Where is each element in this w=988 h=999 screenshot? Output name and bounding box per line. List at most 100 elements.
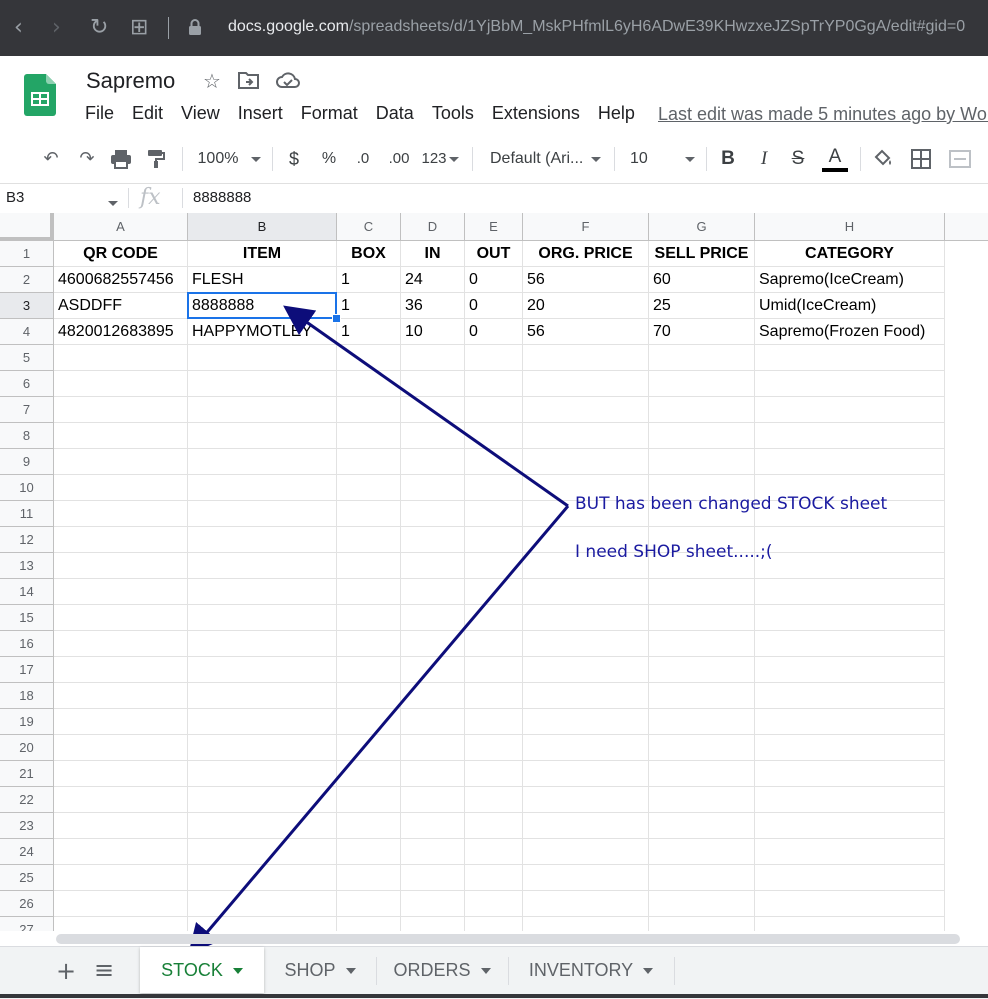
data-cell[interactable]: 25 bbox=[649, 293, 755, 319]
empty-cell[interactable] bbox=[401, 345, 465, 371]
row-header[interactable]: 2 bbox=[0, 267, 54, 293]
empty-cell[interactable] bbox=[523, 735, 649, 761]
empty-cell[interactable] bbox=[188, 761, 337, 787]
data-cell[interactable]: 1 bbox=[337, 319, 401, 345]
back-icon[interactable]: ‹ bbox=[14, 15, 23, 41]
chevron-down-icon[interactable] bbox=[590, 146, 602, 172]
header-cell[interactable]: IN bbox=[401, 241, 465, 267]
empty-cell[interactable] bbox=[401, 397, 465, 423]
empty-cell[interactable] bbox=[54, 397, 188, 423]
empty-cell[interactable] bbox=[401, 501, 465, 527]
cloud-saved-icon[interactable] bbox=[276, 71, 300, 89]
empty-cell[interactable] bbox=[523, 579, 649, 605]
empty-cell[interactable] bbox=[401, 657, 465, 683]
empty-cell[interactable] bbox=[54, 475, 188, 501]
chevron-down-icon[interactable] bbox=[232, 968, 243, 975]
empty-cell[interactable] bbox=[465, 787, 523, 813]
data-cell[interactable]: 36 bbox=[401, 293, 465, 319]
decrease-decimal-button[interactable]: .0 bbox=[352, 146, 374, 172]
print-icon[interactable] bbox=[110, 149, 132, 169]
empty-cell[interactable] bbox=[523, 891, 649, 917]
data-cell[interactable]: 56 bbox=[523, 267, 649, 293]
data-cell[interactable]: 24 bbox=[401, 267, 465, 293]
tab-inventory[interactable]: INVENTORY bbox=[508, 947, 674, 993]
empty-cell[interactable] bbox=[54, 865, 188, 891]
empty-cell[interactable] bbox=[755, 527, 945, 553]
empty-cell[interactable] bbox=[649, 371, 755, 397]
empty-cell[interactable] bbox=[337, 605, 401, 631]
empty-cell[interactable] bbox=[755, 891, 945, 917]
empty-cell[interactable] bbox=[337, 579, 401, 605]
empty-cell[interactable] bbox=[649, 709, 755, 735]
data-cell[interactable]: 60 bbox=[649, 267, 755, 293]
data-cell[interactable]: 0 bbox=[465, 267, 523, 293]
empty-cell[interactable] bbox=[755, 449, 945, 475]
empty-cell[interactable] bbox=[54, 813, 188, 839]
empty-cell[interactable] bbox=[401, 423, 465, 449]
empty-cell[interactable] bbox=[337, 423, 401, 449]
undo-icon[interactable]: ↶ bbox=[38, 146, 64, 172]
empty-cell[interactable] bbox=[54, 423, 188, 449]
empty-cell[interactable] bbox=[188, 605, 337, 631]
empty-cell[interactable] bbox=[337, 891, 401, 917]
chevron-down-icon[interactable] bbox=[250, 146, 262, 172]
empty-cell[interactable] bbox=[649, 657, 755, 683]
data-cell[interactable]: 0 bbox=[465, 319, 523, 345]
empty-cell[interactable] bbox=[337, 917, 401, 931]
empty-cell[interactable] bbox=[649, 735, 755, 761]
empty-cell[interactable] bbox=[465, 501, 523, 527]
empty-cell[interactable] bbox=[523, 423, 649, 449]
empty-cell[interactable] bbox=[523, 605, 649, 631]
empty-cell[interactable] bbox=[337, 527, 401, 553]
star-icon[interactable]: ☆ bbox=[200, 69, 224, 93]
empty-cell[interactable] bbox=[465, 761, 523, 787]
empty-cell[interactable] bbox=[755, 397, 945, 423]
bold-button[interactable]: B bbox=[718, 146, 738, 172]
name-box[interactable]: B3 bbox=[6, 189, 24, 206]
empty-cell[interactable] bbox=[523, 787, 649, 813]
fill-color-icon[interactable] bbox=[872, 148, 894, 170]
row-header[interactable]: 12 bbox=[0, 527, 54, 553]
data-cell[interactable]: 70 bbox=[649, 319, 755, 345]
header-cell[interactable]: QR CODE bbox=[54, 241, 188, 267]
row-header[interactable]: 23 bbox=[0, 813, 54, 839]
empty-cell[interactable] bbox=[337, 813, 401, 839]
empty-cell[interactable] bbox=[523, 683, 649, 709]
row-header[interactable]: 10 bbox=[0, 475, 54, 501]
empty-cell[interactable] bbox=[54, 449, 188, 475]
increase-decimal-button[interactable]: .00 bbox=[386, 146, 412, 172]
empty-cell[interactable] bbox=[755, 865, 945, 891]
empty-cell[interactable] bbox=[465, 917, 523, 931]
data-cell[interactable]: 1 bbox=[337, 267, 401, 293]
empty-cell[interactable] bbox=[337, 761, 401, 787]
row-header[interactable]: 1 bbox=[0, 241, 54, 267]
column-header-h[interactable]: H bbox=[755, 213, 945, 241]
column-header-e[interactable]: E bbox=[465, 213, 523, 241]
empty-cell[interactable] bbox=[54, 527, 188, 553]
empty-cell[interactable] bbox=[54, 371, 188, 397]
empty-cell[interactable] bbox=[188, 657, 337, 683]
empty-cell[interactable] bbox=[649, 449, 755, 475]
chevron-down-icon[interactable] bbox=[108, 195, 118, 213]
row-header[interactable]: 11 bbox=[0, 501, 54, 527]
empty-cell[interactable] bbox=[465, 527, 523, 553]
empty-cell[interactable] bbox=[755, 761, 945, 787]
empty-cell[interactable] bbox=[54, 579, 188, 605]
chevron-down-icon[interactable] bbox=[345, 968, 356, 975]
empty-cell[interactable] bbox=[54, 761, 188, 787]
empty-cell[interactable] bbox=[649, 683, 755, 709]
data-cell[interactable]: Sapremo(Frozen Food) bbox=[755, 319, 945, 345]
empty-cell[interactable] bbox=[337, 397, 401, 423]
empty-cell[interactable] bbox=[649, 839, 755, 865]
empty-cell[interactable] bbox=[401, 787, 465, 813]
empty-cell[interactable] bbox=[401, 709, 465, 735]
lock-icon[interactable] bbox=[188, 18, 202, 36]
empty-cell[interactable] bbox=[54, 605, 188, 631]
column-header-b[interactable]: B bbox=[188, 213, 337, 241]
fill-handle[interactable] bbox=[332, 314, 341, 323]
empty-cell[interactable] bbox=[465, 579, 523, 605]
empty-cell[interactable] bbox=[54, 735, 188, 761]
empty-cell[interactable] bbox=[54, 917, 188, 931]
empty-cell[interactable] bbox=[523, 839, 649, 865]
empty-cell[interactable] bbox=[337, 657, 401, 683]
